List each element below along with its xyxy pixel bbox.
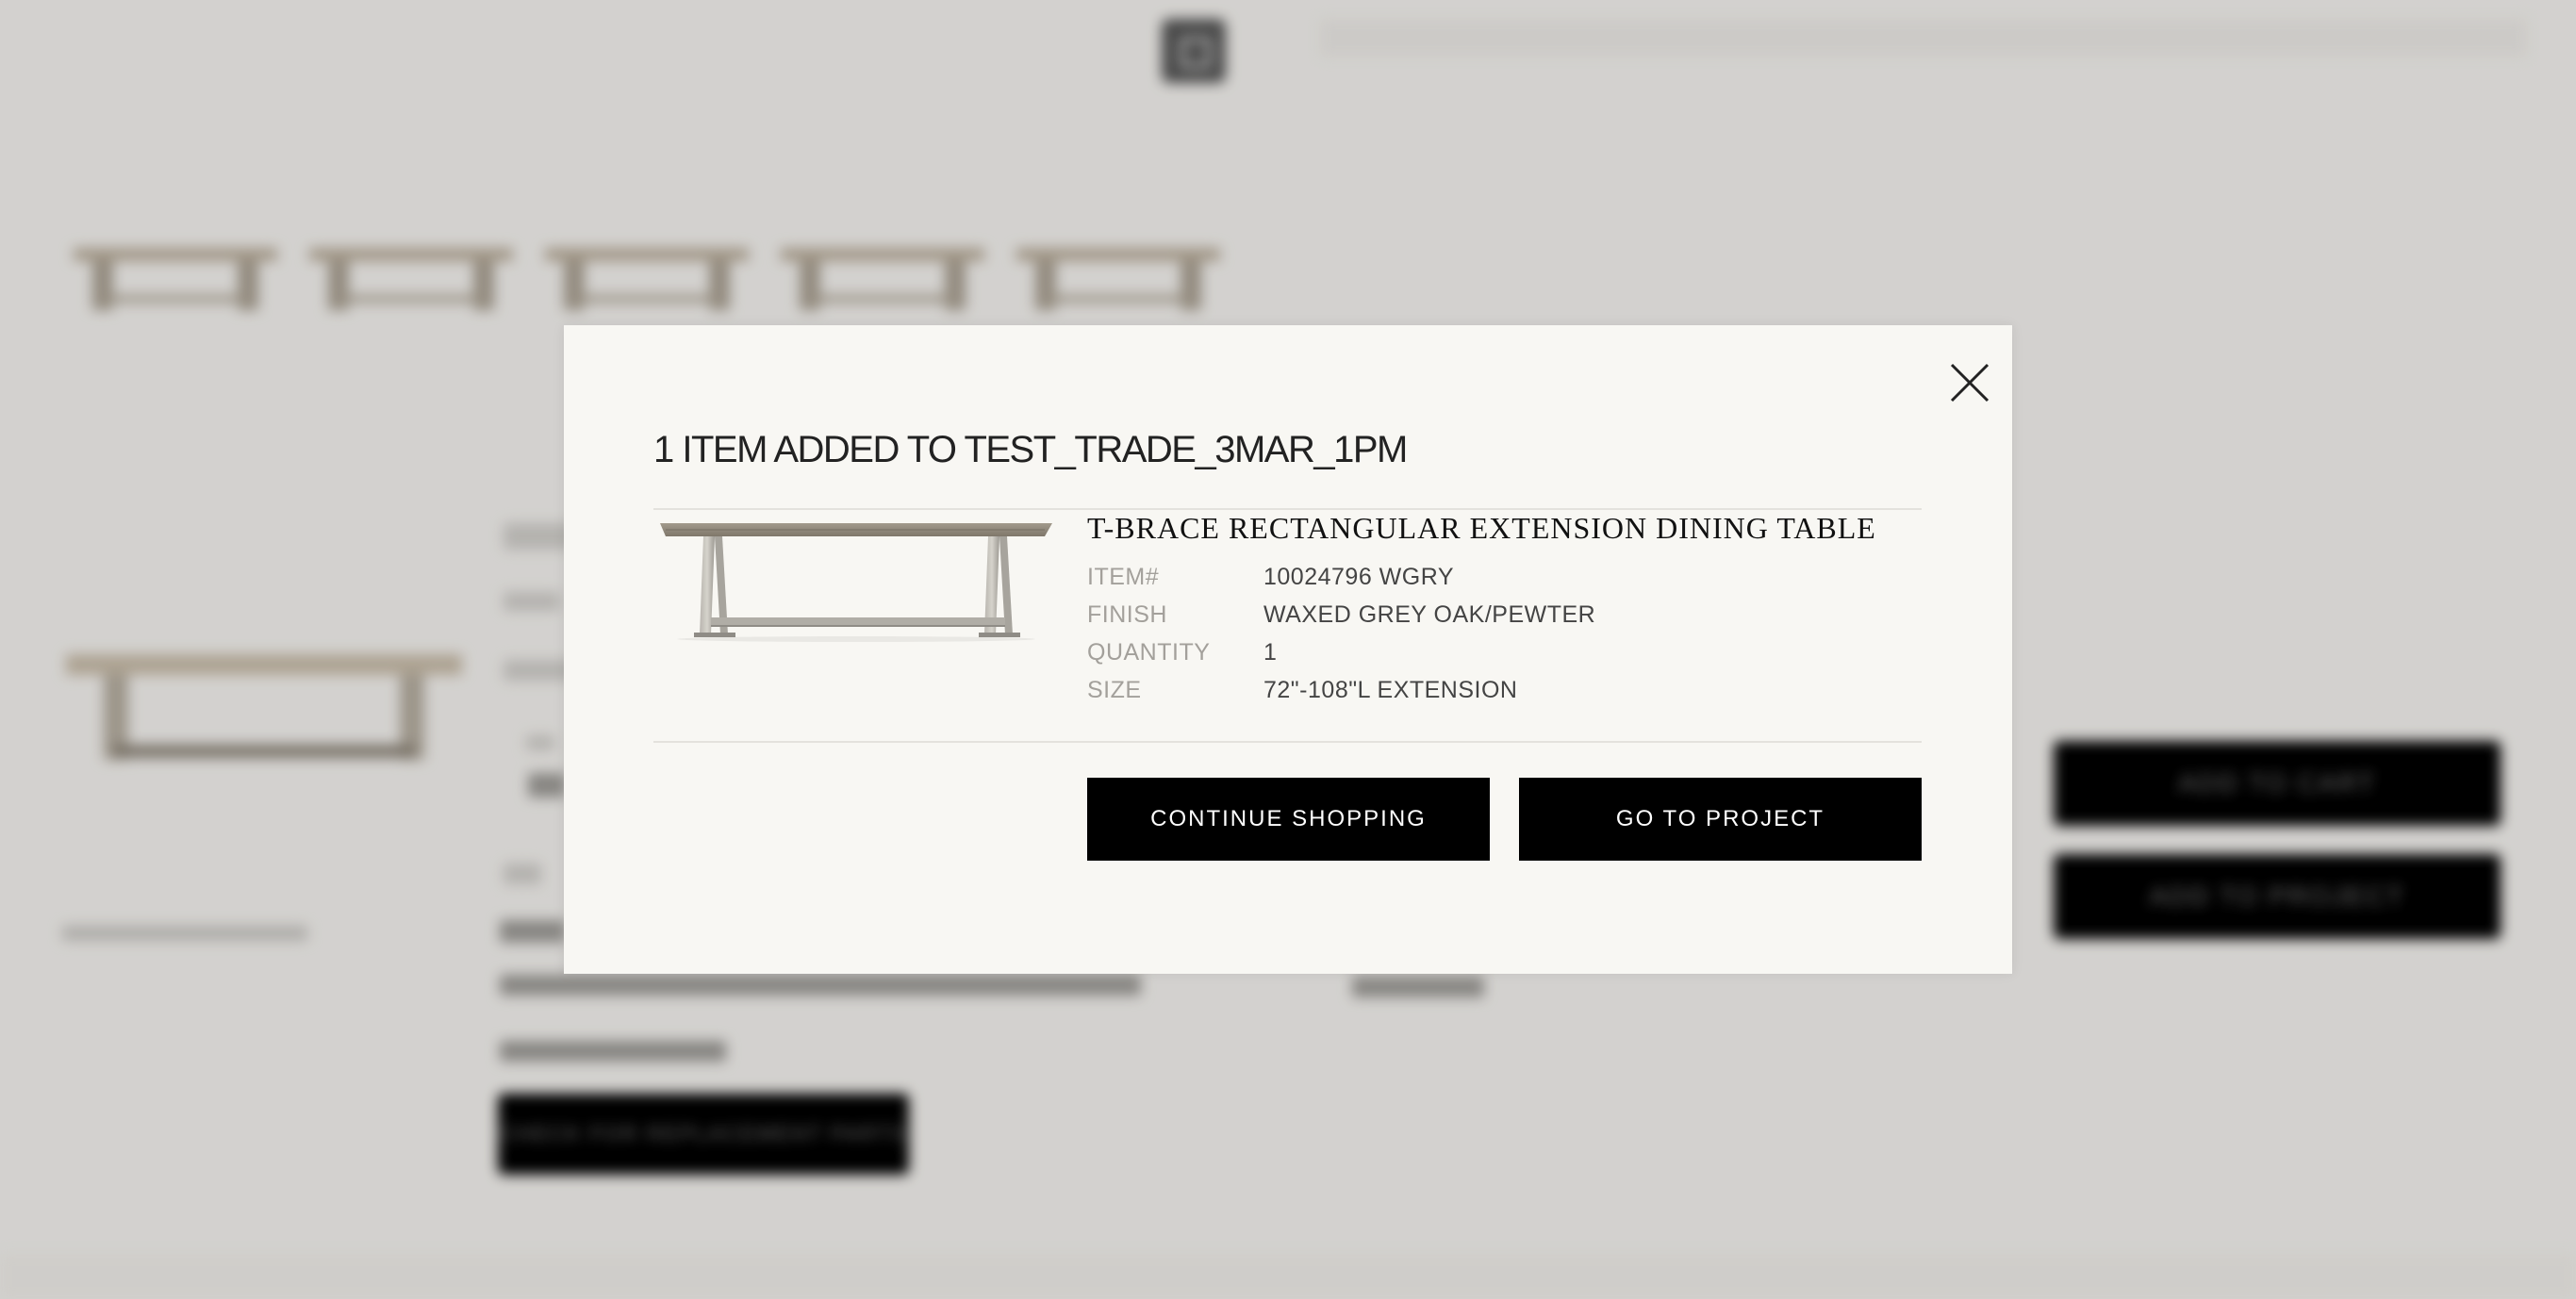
spec-row-finish: FINISH WAXED GREY OAK/PEWTER bbox=[1087, 596, 1595, 633]
spec-value: 10024796 WGRY bbox=[1263, 563, 1454, 590]
continue-shopping-button[interactable]: CONTINUE SHOPPING bbox=[1087, 778, 1490, 861]
spec-label: QUANTITY bbox=[1087, 638, 1211, 666]
spec-value: 72"-108"L EXTENSION bbox=[1263, 676, 1518, 703]
spec-label: FINISH bbox=[1087, 600, 1167, 628]
close-icon[interactable] bbox=[1940, 354, 1999, 412]
product-specs: ITEM# 10024796 WGRY FINISH WAXED GREY OA… bbox=[1087, 558, 1595, 709]
divider bbox=[653, 508, 1922, 510]
spec-value: 1 bbox=[1263, 638, 1278, 666]
spec-value: WAXED GREY OAK/PEWTER bbox=[1263, 600, 1596, 628]
spec-row-quantity: QUANTITY 1 bbox=[1087, 633, 1595, 671]
spec-row-item-number: ITEM# 10024796 WGRY bbox=[1087, 558, 1595, 596]
product-name: T-BRACE RECTANGULAR EXTENSION DINING TAB… bbox=[1087, 511, 1876, 545]
modal-title: 1 ITEM ADDED TO TEST_TRADE_3MAR_1PM bbox=[653, 429, 1408, 470]
go-to-project-button[interactable]: GO TO PROJECT bbox=[1519, 778, 1922, 861]
spec-row-size: SIZE 72"-108"L EXTENSION bbox=[1087, 671, 1595, 709]
spec-label: ITEM# bbox=[1087, 563, 1160, 590]
added-to-project-modal: 1 ITEM ADDED TO TEST_TRADE_3MAR_1PM T-BR… bbox=[564, 325, 2012, 974]
divider bbox=[653, 741, 1922, 743]
dining-table-image bbox=[658, 516, 1054, 643]
spec-label: SIZE bbox=[1087, 676, 1142, 703]
